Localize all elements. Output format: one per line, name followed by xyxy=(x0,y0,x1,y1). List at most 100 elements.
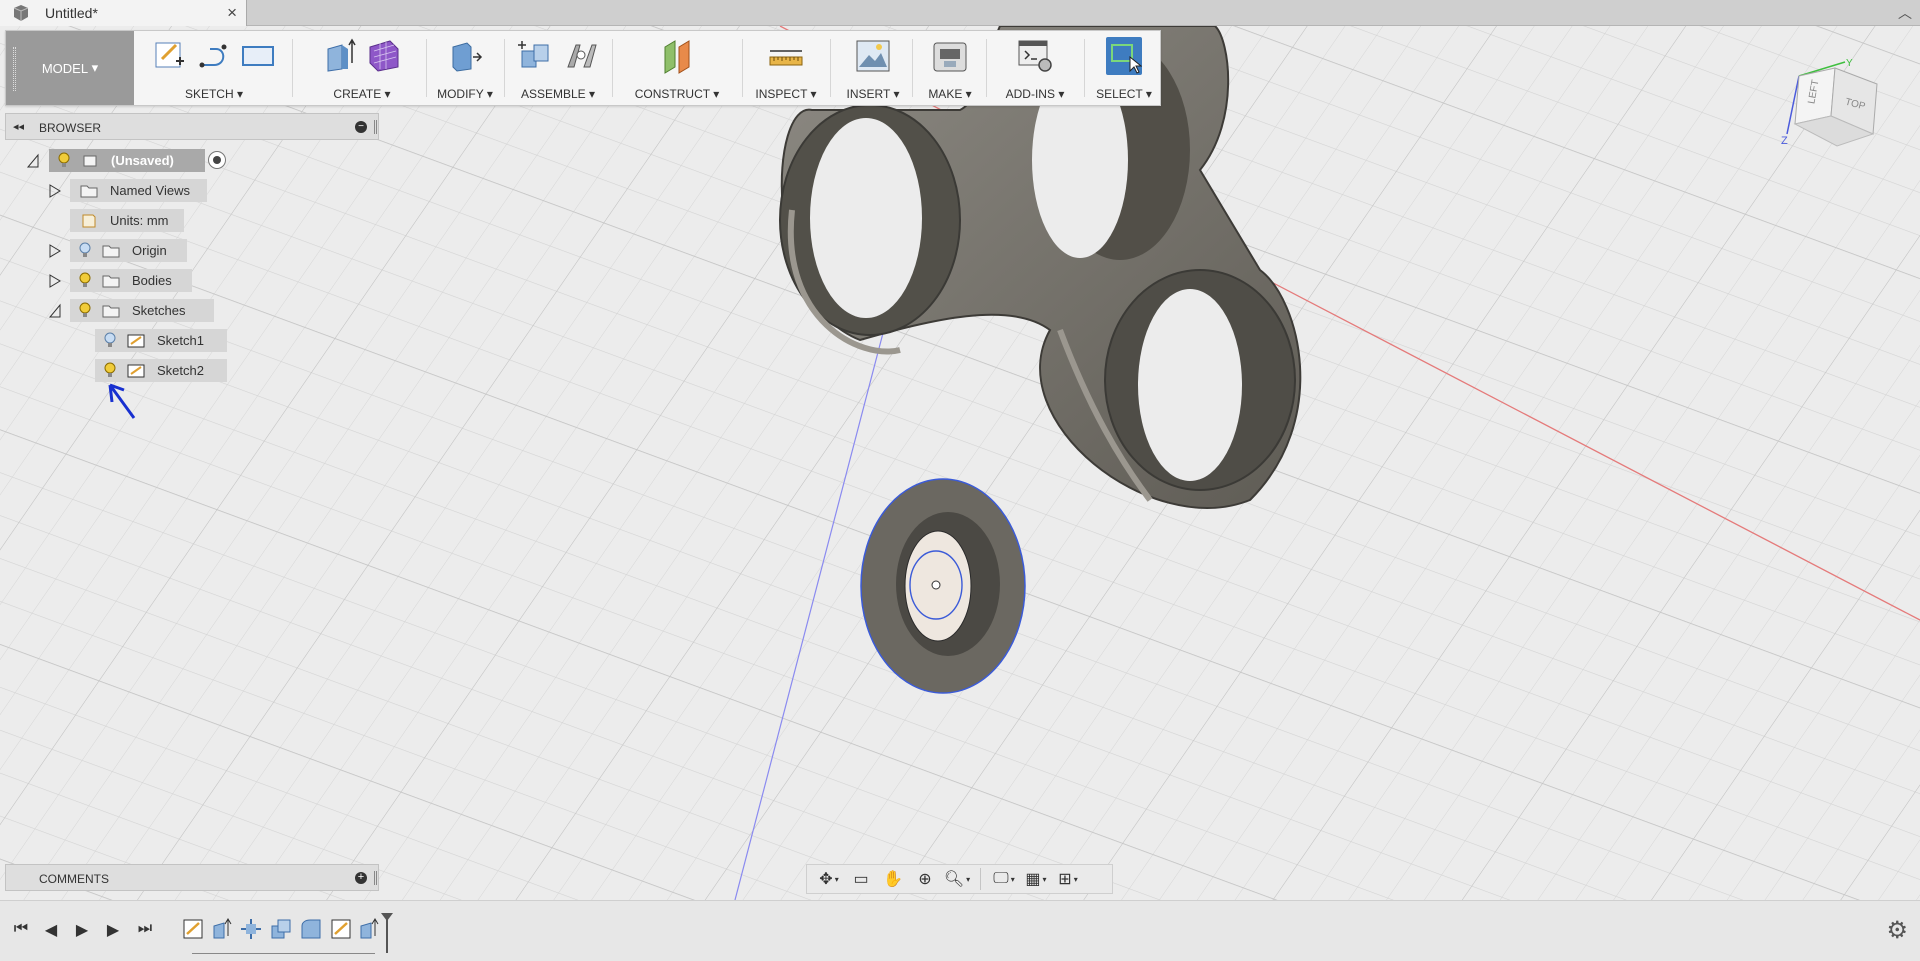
workspace-switcher[interactable]: MODEL ▾ xyxy=(6,31,134,105)
select-icon[interactable] xyxy=(1106,37,1142,75)
browser-minimize-icon[interactable]: − xyxy=(355,121,367,133)
addins-group[interactable]: ADD-INS ▾ xyxy=(990,31,1080,105)
tree-item-bodies[interactable]: Bodies xyxy=(70,269,192,292)
sketch-group-label[interactable]: SKETCH ▾ xyxy=(140,87,288,101)
browser-panel-header[interactable]: ◂◂ BROWSER − xyxy=(5,113,379,140)
sketch-group[interactable]: SKETCH ▾ xyxy=(140,31,288,105)
orbit-icon[interactable]: ✥ ▾ xyxy=(815,867,843,891)
viewcube[interactable]: LEFT TOP Y Z xyxy=(1773,54,1883,154)
expand-arrow-icon[interactable] xyxy=(48,273,62,289)
rectangle-icon[interactable] xyxy=(240,37,276,75)
select-group-label[interactable]: SELECT ▾ xyxy=(1088,87,1160,101)
lightbulb-icon[interactable] xyxy=(78,272,92,289)
joint-icon[interactable] xyxy=(562,37,598,75)
tree-item-label: Origin xyxy=(132,243,167,258)
timeline-marker[interactable] xyxy=(381,913,393,953)
tree-root-unsaved[interactable]: (Unsaved) xyxy=(49,149,205,172)
timeline-extrude-icon[interactable] xyxy=(211,918,233,940)
tree-item-label: Sketches xyxy=(132,303,186,318)
offset-plane-icon[interactable] xyxy=(659,37,695,75)
activate-component-radio[interactable] xyxy=(208,151,226,169)
insert-group-label[interactable]: INSERT ▾ xyxy=(834,87,912,101)
timeline-settings-gear-icon[interactable]: ⚙ xyxy=(1886,916,1908,945)
tree-item-sketch2[interactable]: Sketch2 xyxy=(95,359,227,382)
new-component-icon[interactable] xyxy=(518,37,554,75)
make-group-label[interactable]: MAKE ▾ xyxy=(916,87,984,101)
lightbulb-off-icon[interactable] xyxy=(78,242,92,259)
add-comment-icon[interactable]: + xyxy=(355,872,367,884)
timeline-combine-icon[interactable] xyxy=(270,918,292,940)
tree-item-named-views[interactable]: Named Views xyxy=(70,179,207,202)
modify-group-label[interactable]: MODIFY ▾ xyxy=(430,87,500,101)
play-icon[interactable]: ▶ xyxy=(71,920,93,940)
3d-print-icon[interactable] xyxy=(932,37,968,75)
step-forward-icon[interactable]: ▶ xyxy=(102,920,124,940)
press-pull-icon[interactable] xyxy=(447,37,483,75)
grid-snaps-icon[interactable]: ▦ ▾ xyxy=(1022,867,1050,891)
modify-group[interactable]: MODIFY ▾ xyxy=(430,31,500,105)
collapse-arrow-icon[interactable] xyxy=(48,303,62,319)
create-group-label[interactable]: CREATE ▾ xyxy=(296,87,428,101)
timeline-move-icon[interactable] xyxy=(240,918,262,940)
go-to-end-icon[interactable]: ⏭ xyxy=(134,920,156,938)
tree-item-sketch1[interactable]: Sketch1 xyxy=(95,329,227,352)
document-icon xyxy=(13,5,29,21)
fit-icon[interactable]: 🔍︎ ▾ xyxy=(943,867,971,891)
construct-group-label[interactable]: CONSTRUCT ▾ xyxy=(616,87,738,101)
construct-group[interactable]: CONSTRUCT ▾ xyxy=(616,31,738,105)
tree-item-origin[interactable]: Origin xyxy=(70,239,187,262)
addins-group-label[interactable]: ADD-INS ▾ xyxy=(990,87,1080,101)
form-icon[interactable] xyxy=(366,37,402,75)
scripts-addins-icon[interactable] xyxy=(1017,37,1053,75)
line-icon[interactable] xyxy=(196,37,232,75)
pan-icon[interactable]: ✋ xyxy=(879,867,907,891)
timeline-sketch-icon[interactable] xyxy=(182,918,204,940)
lightbulb-icon[interactable] xyxy=(57,152,71,169)
comments-panel-header[interactable]: COMMENTS + xyxy=(5,864,379,891)
look-at-icon[interactable]: ▭ xyxy=(847,867,875,891)
display-settings-icon[interactable]: 🖵 ▾ xyxy=(990,867,1018,891)
sketch-center-point xyxy=(931,580,941,590)
inspect-group-label[interactable]: INSPECT ▾ xyxy=(746,87,826,101)
timeline-extrude2-icon[interactable] xyxy=(358,918,380,940)
extrude-icon[interactable] xyxy=(322,37,358,75)
expand-arrow-icon[interactable] xyxy=(48,243,62,259)
step-back-icon[interactable]: ◀ xyxy=(40,920,62,940)
canvas-viewport[interactable] xyxy=(0,26,1920,900)
make-group[interactable]: MAKE ▾ xyxy=(916,31,984,105)
assemble-group[interactable]: ASSEMBLE ▾ xyxy=(508,31,608,105)
assemble-group-label[interactable]: ASSEMBLE ▾ xyxy=(508,87,608,101)
lightbulb-icon[interactable] xyxy=(103,362,117,379)
create-sketch-icon[interactable] xyxy=(152,37,188,75)
viewports-icon[interactable]: ⊞ ▾ xyxy=(1054,867,1082,891)
browser-pin-icon[interactable] xyxy=(374,120,377,134)
close-tab-icon[interactable]: × xyxy=(227,3,237,23)
select-group[interactable]: SELECT ▾ xyxy=(1088,31,1160,105)
timeline-sketch2-icon[interactable] xyxy=(330,918,352,940)
collapse-browser-icon[interactable]: ◂◂ xyxy=(13,120,24,133)
sketch-icon xyxy=(127,334,145,347)
document-tab[interactable]: Untitled* × xyxy=(0,0,247,26)
collapse-caret-icon[interactable]: ︿ xyxy=(1898,3,1912,23)
lightbulb-icon[interactable] xyxy=(78,302,92,319)
insert-group[interactable]: INSERT ▾ xyxy=(834,31,912,105)
expand-arrow-icon[interactable] xyxy=(48,183,62,199)
go-to-start-icon[interactable]: ⏮ xyxy=(10,920,32,938)
lightbulb-off-icon[interactable] xyxy=(103,332,117,349)
toolbar-grip[interactable] xyxy=(13,47,16,91)
tree-item-label: Named Views xyxy=(110,183,190,198)
folder-icon xyxy=(80,185,98,197)
comments-pin-icon[interactable] xyxy=(374,871,377,885)
tree-item-units[interactable]: Units: mm xyxy=(70,209,184,232)
tree-item-sketches[interactable]: Sketches xyxy=(70,299,214,322)
model-canvas[interactable] xyxy=(0,26,1920,900)
create-group[interactable]: CREATE ▾ xyxy=(296,31,428,105)
timeline-fillet-icon[interactable] xyxy=(300,918,322,940)
collapse-arrow-icon[interactable] xyxy=(26,153,40,169)
inspect-group[interactable]: INSPECT ▾ xyxy=(746,31,826,105)
folder-icon xyxy=(102,275,120,287)
measure-icon[interactable] xyxy=(768,37,804,75)
insert-image-icon[interactable] xyxy=(855,37,891,75)
bearing-body[interactable] xyxy=(860,478,1026,694)
zoom-icon[interactable]: ⊕ xyxy=(911,867,939,891)
